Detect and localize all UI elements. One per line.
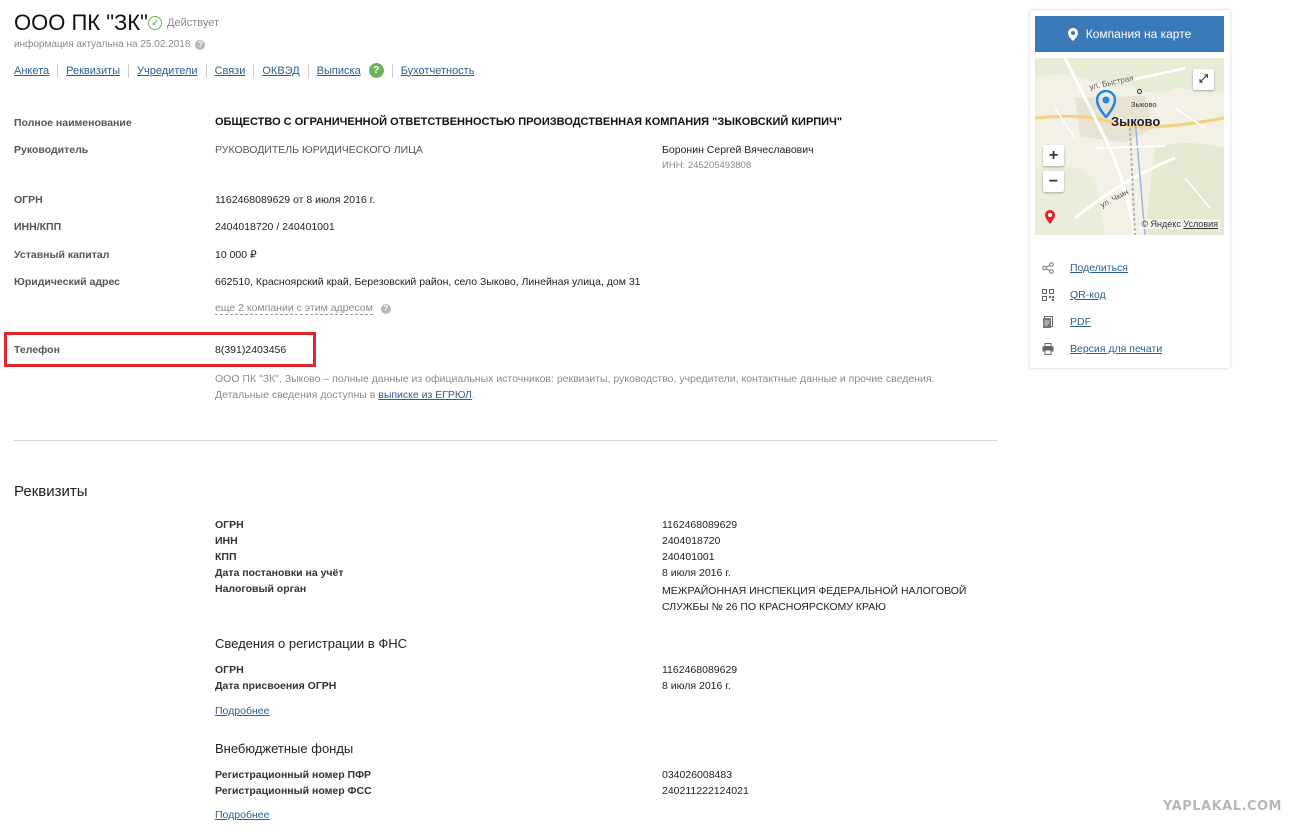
zoom-in-button[interactable]: + [1043,145,1064,166]
phone-value: 8(391)2403456 [215,344,287,356]
tab-extract[interactable]: Выписка [307,63,369,78]
share-action[interactable]: Поделиться [1042,254,1162,281]
qr-code-icon [1042,288,1054,301]
printer-icon [1042,342,1054,355]
watermark: YAPLAKAL.COM [1163,799,1282,814]
inn-kpp-value: 2404018720 / 240401001 [215,221,335,233]
map-button-label: Компания на карте [1085,27,1192,41]
print-label: Версия для печати [1070,342,1163,355]
address-value: 662510, Красноярский край, Березовский р… [215,276,641,288]
fns-title: Сведения о регистрации в ФНС [215,636,407,651]
actuality-note: информация актуальна на 25.02.2018 ? [14,39,206,50]
req-label: Дата постановки на учёт [215,567,344,579]
req-value: 2404018720 [662,535,721,547]
fullscreen-icon[interactable]: ⤢ [1193,69,1214,90]
funds-label: Регистрационный номер ПФР [215,769,372,781]
head-label: Руководитель [14,144,89,156]
tab-accounting[interactable]: Бухотчетность [391,63,483,78]
req-value: 240401001 [662,551,715,563]
divider [14,440,998,441]
copyright-text: © Яндекс [1141,219,1181,229]
fns-label: ОГРН [215,664,244,676]
req-label: КПП [215,551,237,563]
qr-action[interactable]: QR-код [1042,281,1162,308]
place-dot-icon [1137,89,1142,94]
tab-anketa[interactable]: Анкета [14,64,57,78]
help-icon[interactable]: ? [380,303,391,314]
section-tabs: Анкета Реквизиты Учредители Связи ОКВЭД … [14,63,482,78]
check-icon: ✓ [148,16,162,30]
fns-label: Дата присвоения ОГРН [215,680,337,692]
qr-label: QR-код [1070,288,1106,301]
fns-value: 8 июля 2016 г. [662,680,731,692]
req-value: 1162468089629 [662,519,738,531]
map-copyright: © Яндекс Условия [1139,219,1220,229]
company-on-map-button[interactable]: Компания на карте [1035,16,1224,52]
tab-requisites[interactable]: Реквизиты [57,63,128,78]
req-label: ОГРН [215,519,244,531]
terms-link[interactable]: Условия [1183,219,1218,229]
pdf-action[interactable]: PDF [1042,308,1162,335]
funds-more-link[interactable]: Подробнее [215,809,269,821]
description-line-2: Детальные сведения доступны в выписке из… [215,387,995,403]
help-icon[interactable]: ? [195,39,206,50]
ogrn-label: ОГРН [14,194,43,206]
req-label: ИНН [215,535,238,547]
tab-connections[interactable]: Связи [205,63,254,78]
funds-value: 034026008483 [662,769,733,781]
head-position: РУКОВОДИТЕЛЬ ЮРИДИЧЕСКОГО ЛИЦА [215,144,423,156]
company-description: ООО ПК "ЗК", Зыково – полные данные из о… [215,371,995,403]
question-icon[interactable]: ? [368,63,384,78]
share-label: Поделиться [1070,261,1128,274]
funds-title: Внебюджетные фонды [215,741,354,756]
req-value: 8 июля 2016 г. [662,567,731,579]
funds-label: Регистрационный номер ФСС [215,785,372,797]
description-end: . [471,389,475,401]
map-widget[interactable]: ул. Быстрая Зыково Зыково ул. Чкин ⤢ + −… [1035,58,1224,235]
full-name-label: Полное наименование [14,117,132,129]
sidebar-panel: Компания на карте ул. Быстрая Зыково Зык… [1030,10,1230,368]
description-line-1: ООО ПК "ЗК", Зыково – полные данные из о… [215,373,935,385]
pdf-icon [1042,315,1054,328]
tab-founders[interactable]: Учредители [128,63,206,78]
head-name: Боронин Сергей Вячеславович [662,144,814,156]
map-pin-icon [1067,27,1078,41]
fns-value: 1162468089629 [662,664,738,676]
address-label: Юридический адрес [14,276,120,288]
same-address-row: еще 2 компании с этим адресом ? [215,302,391,315]
status-label: Действует [167,17,220,29]
requisites-title: Реквизиты [14,483,88,500]
description-text: Детальные сведения доступны в [215,389,379,401]
same-address-link[interactable]: еще 2 компании с этим адресом [215,302,373,315]
req-label: Налоговый орган [215,583,307,595]
req-value: МЕЖРАЙОННАЯ ИНСПЕКЦИЯ ФЕДЕРАЛЬНОЙ НАЛОГО… [662,585,967,613]
phone-label: Телефон [14,344,60,356]
capital-label: Уставный капитал [14,249,110,261]
pdf-label: PDF [1070,315,1091,328]
full-name-value: ОБЩЕСТВО С ОГРАНИЧЕННОЙ ОТВЕТСТВЕННОСТЬЮ… [215,116,843,128]
status-badge: ✓ Действует [148,16,219,30]
print-action[interactable]: Версия для печати [1042,335,1162,362]
ogrn-value: 1162468089629 от 8 июля 2016 г. [215,194,376,206]
funds-value: 240211222124021 [662,785,749,797]
share-icon [1042,261,1054,274]
inn-kpp-label: ИНН/КПП [14,221,62,233]
company-title: ООО ПК "ЗК" [14,10,148,35]
capital-value: 10 000 ₽ [215,249,257,261]
actuality-text: информация актуальна на 25.02.2018 [14,39,191,50]
fns-more-link[interactable]: Подробнее [215,705,269,717]
egrul-extract-link[interactable]: выписке из ЕГРЮЛ [378,389,472,401]
zoom-out-button[interactable]: − [1043,171,1064,192]
head-inn: ИНН: 245205493808 [662,160,752,171]
town-small-label: Зыково [1131,100,1157,109]
action-list: Поделиться QR-код PDF Версия для печати [1042,254,1162,362]
yandex-pin-icon [1045,210,1055,224]
town-label: Зыково [1111,114,1161,129]
tab-okved[interactable]: ОКВЭД [253,63,307,78]
